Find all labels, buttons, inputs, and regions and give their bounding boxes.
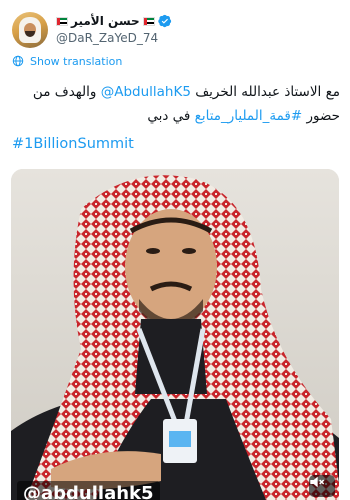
uae-flag-icon <box>56 16 68 26</box>
author-block[interactable]: حسن الأمير @DaR_ZaYeD_74 <box>56 12 336 48</box>
tweet-line-1: مع الاستاذ عبدالله الخريف @AbdullahK5 وا… <box>12 80 340 104</box>
tweet-text: مع الاستاذ عبدالله الخريف @AbdullahK5 وا… <box>12 80 340 128</box>
mention-link[interactable]: @AbdullahK5 <box>101 84 191 100</box>
tweet-text-segment: حضور <box>302 108 340 124</box>
tweet-line-2: حضور #قمة_المليار_متابع في دبي <box>12 104 340 128</box>
video-frame-illustration <box>11 175 339 500</box>
mute-button[interactable] <box>309 475 335 497</box>
show-translation-link[interactable]: Show translation <box>12 54 122 68</box>
video-watermark: @abdullahk5 <box>17 481 160 500</box>
avatar[interactable] <box>12 12 48 48</box>
speaker-muted-icon <box>310 476 325 488</box>
globe-icon <box>12 55 24 67</box>
display-name[interactable]: حسن الأمير <box>71 14 140 28</box>
uae-flag-icon <box>142 16 155 26</box>
show-translation-label: Show translation <box>30 54 123 68</box>
name-row: حسن الأمير <box>56 12 336 30</box>
verified-badge-icon <box>157 14 171 28</box>
tweet-text-segment: مع الاستاذ عبدالله الخريف <box>190 84 340 100</box>
hashtag-link-arabic[interactable]: #قمة_المليار_متابع <box>195 108 303 124</box>
author-handle[interactable]: @DaR_ZaYeD_74 <box>56 30 336 46</box>
tweet-text-segment: والهدف من <box>32 84 101 100</box>
tweet-video[interactable]: @abdullahk5 <box>11 169 339 500</box>
hashtag-link-english[interactable]: #1BillionSummit <box>12 134 134 154</box>
tweet-text-segment: في دبي <box>147 108 195 124</box>
